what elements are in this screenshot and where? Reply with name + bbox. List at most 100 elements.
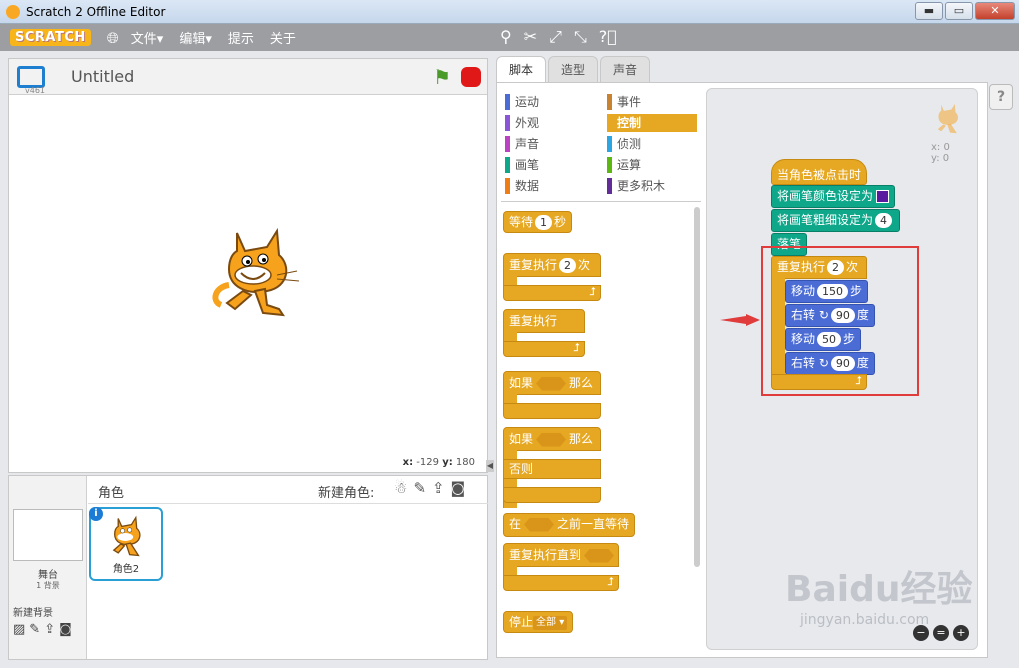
category-sound[interactable]: 声音 xyxy=(505,135,539,153)
grow-icon[interactable]: ⤢ xyxy=(549,27,562,47)
block-set-pen-size[interactable]: 将画笔粗细设定为 4 xyxy=(771,209,901,232)
sprite-x: x: 0 xyxy=(931,142,950,153)
x-label: x: xyxy=(402,457,414,468)
shrink-icon[interactable]: ⤡ xyxy=(574,27,587,47)
camera-backdrop-icon[interactable]: ◙ xyxy=(59,622,72,637)
minimize-button[interactable]: ▬ xyxy=(915,2,943,20)
info-icon[interactable]: i xyxy=(89,507,103,521)
category-more-blocks[interactable]: 更多积木 xyxy=(607,177,665,195)
stage-label: 舞台 xyxy=(38,570,58,581)
sprite-library-icon[interactable]: ☃ xyxy=(394,479,407,497)
highlight-box xyxy=(761,246,919,396)
cut-icon[interactable]: ✂ xyxy=(524,27,537,47)
block-text: 等待 xyxy=(509,215,534,229)
tab-costumes[interactable]: 造型 xyxy=(548,56,599,83)
hat-when-clicked[interactable]: 当角色被点击时 xyxy=(771,159,868,185)
category-looks[interactable]: 外观 xyxy=(505,114,539,132)
palette-scrollbar[interactable] xyxy=(694,207,700,567)
upload-backdrop-icon[interactable]: ⇪ xyxy=(44,622,55,637)
window-titlebar: Scratch 2 Offline Editor ▬ ▭ ✕ xyxy=(0,0,1019,24)
sprites-title: 角色 xyxy=(98,486,125,501)
copy-stamp-icon[interactable]: ⚲ xyxy=(500,27,512,47)
block-text: 重复执行 xyxy=(509,258,558,272)
menu-file[interactable]: 文件▾ xyxy=(131,28,164,47)
stop-icon[interactable] xyxy=(461,67,481,87)
category-events[interactable]: 事件 xyxy=(607,93,641,111)
project-title[interactable]: Untitled xyxy=(71,67,134,86)
tab-scripts[interactable]: 脚本 xyxy=(496,56,547,83)
sprite-y: y: 0 xyxy=(931,153,950,164)
new-sprite-label: 新建角色: xyxy=(318,486,375,501)
menu-about[interactable]: 关于 xyxy=(270,28,296,47)
help-icon[interactable]: ?⃝ xyxy=(599,27,617,47)
category-divider xyxy=(501,201,701,202)
category-data[interactable]: 数据 xyxy=(505,177,539,195)
collapse-stage-icon[interactable]: ◀ xyxy=(486,460,494,472)
backdrop-library-icon[interactable]: ▨ xyxy=(13,622,25,637)
block-text: 将画笔颜色设定为 xyxy=(777,189,874,203)
block-if-else[interactable]: 如果 那么 否则 xyxy=(503,427,601,508)
cursor-tools: ⚲ ✂ ⤢ ⤡ ?⃝ xyxy=(500,27,617,47)
paint-sprite-icon[interactable]: ✎ xyxy=(413,479,426,497)
block-forever[interactable]: 重复执行 ⮥ xyxy=(503,309,585,357)
fullscreen-icon[interactable] xyxy=(17,65,45,88)
category-operators[interactable]: 运算 xyxy=(607,156,641,174)
sprite-thumbnail[interactable]: i 角色2 xyxy=(89,507,163,581)
baidu-watermark: Baidu经验 xyxy=(785,569,973,610)
stage-canvas[interactable] xyxy=(9,95,487,455)
menu-tips[interactable]: 提示 xyxy=(228,28,254,47)
scratch-logo[interactable]: SCRATCH xyxy=(10,29,91,46)
upload-sprite-icon[interactable]: ⇪ xyxy=(432,479,445,497)
category-motion[interactable]: 运动 xyxy=(505,93,539,111)
dropdown-value: 全部 xyxy=(536,616,557,628)
loop-arrow-icon: ⮥ xyxy=(573,341,581,354)
category-sensing[interactable]: 侦测 xyxy=(607,135,641,153)
camera-sprite-icon[interactable]: ◙ xyxy=(451,479,466,497)
tab-sounds[interactable]: 声音 xyxy=(600,56,651,83)
block-input[interactable]: 4 xyxy=(875,213,893,228)
sprite-position-info: x: 0 y: 0 xyxy=(931,99,965,164)
stop-dropdown[interactable]: 全部 ▾ xyxy=(533,615,568,630)
scratch-app-icon xyxy=(6,4,20,19)
block-set-pen-color[interactable]: 将画笔颜色设定为 xyxy=(771,185,896,208)
color-swatch[interactable] xyxy=(876,190,890,203)
sprites-header: 角色 新建角色: ☃ ✎ ⇪ ◙ xyxy=(88,476,488,504)
block-text: 重复执行 xyxy=(503,309,585,333)
block-text: 次 xyxy=(578,258,591,272)
green-flag-icon[interactable]: ⚑ xyxy=(433,65,451,89)
x-value: -129 xyxy=(416,457,439,468)
zoom-in-icon[interactable]: + xyxy=(953,625,969,641)
help-button-icon[interactable]: ? xyxy=(989,84,1013,110)
block-wait-until[interactable]: 在 之前一直等待 xyxy=(503,513,636,537)
block-if[interactable]: 如果 那么 xyxy=(503,371,601,419)
menu-edit[interactable]: 编辑▾ xyxy=(179,28,212,47)
block-input[interactable]: 1 xyxy=(535,215,553,230)
editor-tabs: 脚本 造型 声音 xyxy=(496,56,651,83)
zoom-reset-icon[interactable]: = xyxy=(933,625,949,641)
loop-arrow-icon: ⮥ xyxy=(589,285,597,298)
red-arrow-icon xyxy=(720,314,760,326)
paint-backdrop-icon[interactable]: ✎ xyxy=(29,622,40,637)
cat-sprite-icon[interactable] xyxy=(207,225,307,325)
block-wait[interactable]: 等待 1 秒 xyxy=(503,211,573,233)
category-pen[interactable]: 画笔 xyxy=(505,156,539,174)
block-text: 如果 xyxy=(509,432,534,446)
language-globe-icon[interactable]: 🌐︎ xyxy=(107,29,119,47)
loop-arrow-icon: ⮥ xyxy=(607,575,615,588)
window-controls: ▬ ▭ ✕ xyxy=(915,2,1015,20)
menu-bar: SCRATCH 🌐︎ 文件▾ 编辑▾ 提示 关于 ⚲ ✂ ⤢ ⤡ ?⃝ xyxy=(0,24,1019,51)
block-stop[interactable]: 停止 全部 ▾ xyxy=(503,611,574,633)
block-repeat-until[interactable]: 重复执行直到 ⮥ xyxy=(503,543,619,591)
backdrop-count: 1 背景 xyxy=(36,581,60,590)
close-button[interactable]: ✕ xyxy=(975,2,1015,20)
block-text: 秒 xyxy=(554,215,567,229)
cat-sprite-mini-icon xyxy=(937,104,958,134)
block-text: 那么 xyxy=(569,376,594,390)
category-control[interactable]: 控制 xyxy=(607,114,697,132)
block-input[interactable]: 2 xyxy=(559,258,577,273)
maximize-button[interactable]: ▭ xyxy=(945,2,973,20)
block-categories: 运动 事件 外观 控制 声音 侦测 画笔 运算 数据 更多积木 xyxy=(505,91,701,201)
stage-thumbnail[interactable] xyxy=(13,509,83,561)
block-repeat[interactable]: 重复执行 2 次 ⮥ xyxy=(503,253,601,301)
stage-column: 舞台 1 背景 新建背景 ▨ ✎ ⇪ ◙ xyxy=(9,476,87,659)
